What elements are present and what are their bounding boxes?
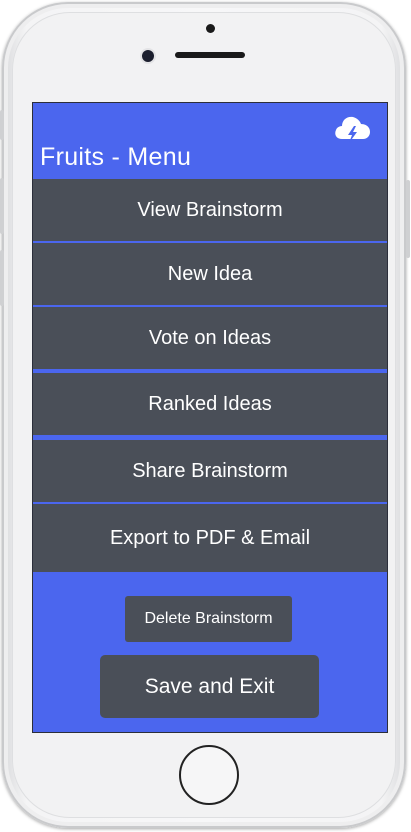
volume-down-button [0, 250, 4, 306]
page-title: Fruits - Menu [40, 143, 192, 171]
power-button [406, 180, 410, 258]
menu-item-vote-on-ideas[interactable]: Vote on Ideas [33, 307, 387, 369]
earpiece-speaker [175, 52, 245, 58]
menu-item-share-brainstorm[interactable]: Share Brainstorm [33, 440, 387, 502]
menu-item-export-pdf-email[interactable]: Export to PDF & Email [33, 504, 387, 572]
sync-button[interactable] [323, 103, 387, 167]
mute-switch [0, 110, 4, 140]
proximity-sensor [206, 24, 215, 33]
menu-item-ranked-ideas[interactable]: Ranked Ideas [33, 373, 387, 435]
delete-brainstorm-button[interactable]: Delete Brainstorm [125, 596, 292, 642]
volume-up-button [0, 178, 4, 234]
home-button[interactable] [179, 745, 239, 805]
menu-item-new-idea[interactable]: New Idea [33, 243, 387, 305]
app-screen: Fruits - Menu View Brainstorm New Idea V… [33, 103, 387, 732]
menu-item-view-brainstorm[interactable]: View Brainstorm [33, 179, 387, 241]
save-and-exit-button[interactable]: Save and Exit [100, 655, 319, 718]
cloud-lightning-icon [335, 116, 370, 143]
front-camera [142, 50, 154, 62]
app-header: Fruits - Menu [33, 103, 387, 179]
